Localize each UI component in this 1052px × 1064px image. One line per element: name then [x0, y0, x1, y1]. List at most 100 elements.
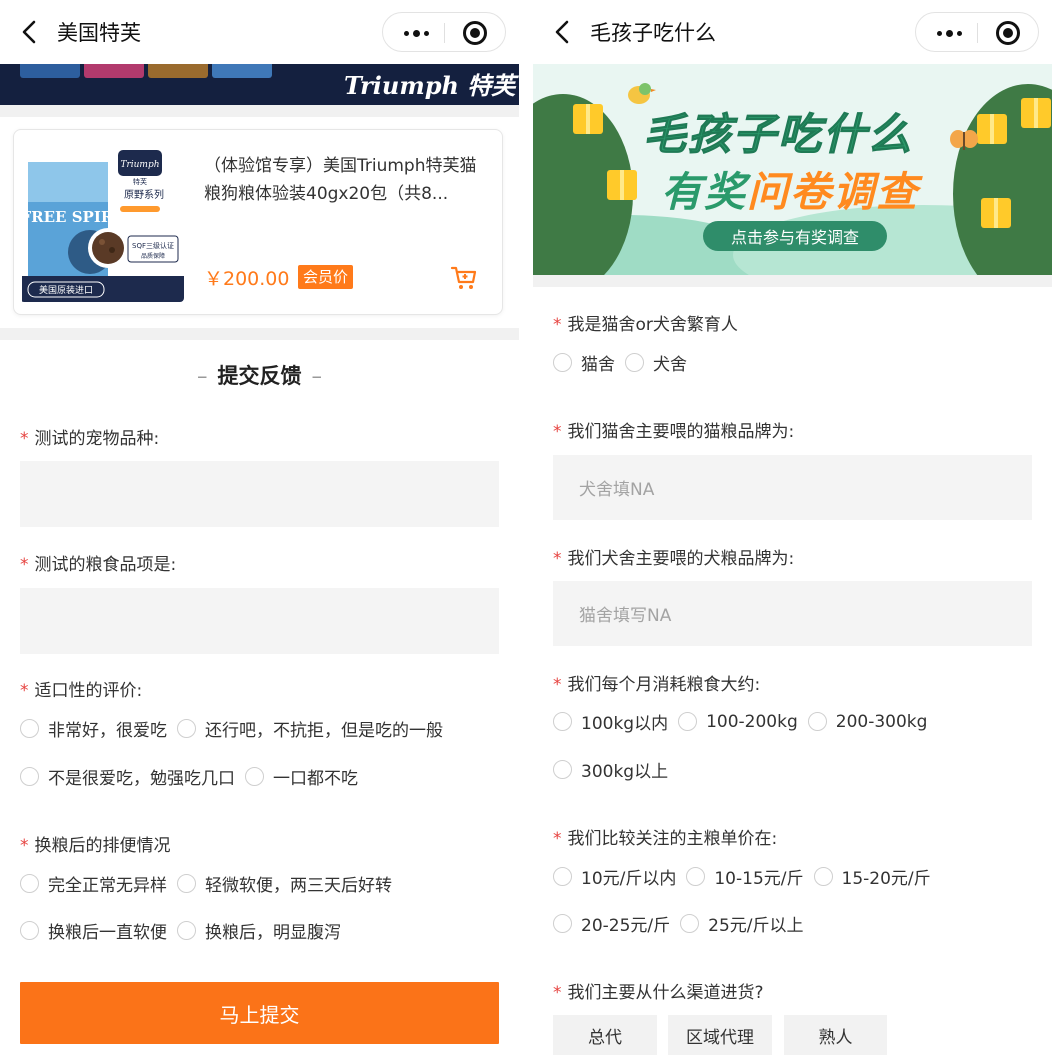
radio-circle[interactable]	[680, 914, 700, 933]
radio-option[interactable]: 20-25元/斤	[553, 911, 670, 936]
channel-option[interactable]: 熟人	[784, 1015, 887, 1055]
nav-title: 毛孩子吃什么	[590, 21, 716, 45]
close-mini-program-icon[interactable]	[463, 21, 487, 45]
radio-circle[interactable]	[553, 353, 572, 372]
radio-circle[interactable]	[245, 767, 264, 786]
radio-option[interactable]: 犬舍	[625, 350, 687, 375]
dog-food-brand-input[interactable]: 猫舍填写NA	[553, 581, 1032, 646]
option-label: 换粮后一直软便	[48, 923, 167, 943]
close-mini-program-icon[interactable]	[996, 21, 1020, 45]
radio-group: 完全正常无异样 轻微软便，两三天后好转	[20, 871, 402, 896]
radio-option[interactable]: 200-300kg	[807, 711, 928, 732]
radio-option[interactable]: 换粮后一直软便	[20, 918, 167, 943]
radio-circle[interactable]	[20, 719, 39, 738]
question-label: * 适口性的评价:	[20, 676, 142, 701]
radio-circle[interactable]	[177, 921, 196, 940]
origin-text: 美国原装进口	[39, 284, 93, 296]
member-price-badge: 会员价	[298, 265, 354, 289]
banner-headline: 毛孩子吃什么	[643, 110, 913, 161]
back-icon[interactable]	[547, 14, 577, 50]
title-dash: –	[197, 364, 208, 388]
option-label: 一口都不吃	[273, 769, 358, 789]
radio-option[interactable]: 不是很爱吃，勉强吃几口	[20, 764, 235, 789]
more-icon[interactable]	[924, 13, 974, 53]
radio-group: 300kg以上	[553, 757, 678, 782]
option-label: 猫舍	[581, 355, 615, 375]
product-name: （体验馆专享）美国Triumph特芙猫粮狗粮体验装40gx20包（共8...	[204, 156, 477, 204]
bag-image	[212, 64, 272, 78]
radio-circle[interactable]	[678, 712, 698, 731]
question-label: * 我们主要从什么渠道进货?	[553, 978, 764, 1003]
submit-button[interactable]: 马上提交	[20, 982, 499, 1044]
gift-icon	[1021, 98, 1051, 128]
nav-bar: 美国特芙	[0, 0, 519, 64]
radio-circle[interactable]	[813, 867, 833, 886]
radio-circle[interactable]	[20, 767, 39, 786]
radio-option[interactable]: 25元/斤以上	[680, 911, 804, 936]
radio-circle[interactable]	[553, 712, 572, 731]
radio-option[interactable]: 猫舍	[553, 350, 615, 375]
cert-sub-text: 品质保障	[141, 252, 165, 260]
more-icon[interactable]	[391, 13, 441, 53]
radio-circle[interactable]	[807, 712, 827, 731]
option-label: 非常好，很爱吃	[48, 721, 167, 741]
radio-group: 10元/斤以内 10-15元/斤 15-20元/斤	[553, 864, 941, 889]
radio-option[interactable]: 一口都不吃	[245, 764, 358, 789]
radio-option[interactable]: 300kg以上	[553, 757, 668, 782]
cat-food-brand-input[interactable]: 犬舍填NA	[553, 455, 1032, 520]
required-asterisk: *	[553, 675, 562, 695]
radio-option[interactable]: 轻微软便，两三天后好转	[177, 871, 392, 896]
radio-option[interactable]: 换粮后，明显腹泻	[177, 918, 341, 943]
survey-banner[interactable]: 毛孩子吃什么 有奖问卷调查 点击参与有奖调查	[533, 64, 1052, 275]
required-asterisk: *	[20, 836, 29, 856]
radio-circle[interactable]	[177, 719, 196, 738]
radio-option[interactable]: 10元/斤以内	[553, 864, 676, 889]
radio-option[interactable]: 完全正常无异样	[20, 871, 167, 896]
subheadline-highlight: 问卷调查	[747, 168, 919, 216]
radio-option[interactable]: 100kg以内	[553, 709, 668, 734]
butterfly-icon	[950, 130, 978, 150]
radio-option[interactable]: 100-200kg	[678, 712, 798, 732]
required-asterisk: *	[553, 829, 562, 849]
radio-option[interactable]: 还行吧，不抗拒，但是吃的一般	[177, 716, 443, 741]
option-label: 200-300kg	[835, 711, 928, 732]
label-text: 我们犬舍主要喂的犬粮品牌为:	[567, 549, 795, 569]
label-text: 适口性的评价:	[34, 681, 143, 701]
nav-title: 美国特芙	[57, 21, 141, 45]
pet-breed-input[interactable]	[20, 461, 499, 527]
radio-circle[interactable]	[553, 867, 572, 886]
option-label: 15-20元/斤	[841, 869, 931, 889]
channel-option[interactable]: 区域代理	[668, 1015, 772, 1055]
series-text: 原野系列	[124, 188, 164, 201]
radio-option[interactable]: 15-20元/斤	[813, 864, 931, 889]
radio-circle[interactable]	[625, 353, 644, 372]
brand-banner[interactable]: Triumph 特芙	[0, 64, 519, 105]
title-dash: –	[311, 364, 323, 388]
radio-circle[interactable]	[553, 914, 572, 933]
cert-text: SQF三级认证	[132, 241, 174, 250]
food-item-input[interactable]	[20, 588, 499, 654]
radio-circle[interactable]	[553, 760, 572, 779]
mini-program-capsule	[382, 12, 506, 52]
join-survey-button[interactable]: 点击参与有奖调查	[703, 221, 887, 251]
gift-icon	[981, 198, 1011, 228]
radio-group: 不是很爱吃，勉强吃几口 一口都不吃	[20, 764, 368, 789]
gift-icon	[573, 104, 603, 134]
back-icon[interactable]	[14, 14, 44, 50]
section-gap	[0, 105, 519, 117]
radio-option[interactable]: 10-15元/斤	[686, 864, 804, 889]
channel-option[interactable]: 总代	[553, 1015, 657, 1055]
radio-circle[interactable]	[20, 921, 39, 940]
screen-divider	[519, 0, 533, 1064]
radio-circle[interactable]	[686, 867, 706, 886]
product-card[interactable]: FREE SPIRIT Triumph 特芙 原野系列 SQF三级认证 品质保障…	[13, 129, 503, 315]
nav-bar: 毛孩子吃什么	[533, 0, 1052, 64]
radio-circle[interactable]	[20, 874, 39, 893]
radio-circle[interactable]	[177, 874, 196, 893]
cart-icon[interactable]	[450, 263, 478, 291]
option-label: 10-15元/斤	[714, 869, 804, 889]
required-asterisk: *	[553, 315, 562, 335]
radio-option[interactable]: 非常好，很爱吃	[20, 716, 167, 741]
option-label: 还行吧，不抗拒，但是吃的一般	[205, 721, 443, 741]
product-image: FREE SPIRIT Triumph 特芙 原野系列 SQF三级认证 品质保障…	[20, 140, 184, 302]
